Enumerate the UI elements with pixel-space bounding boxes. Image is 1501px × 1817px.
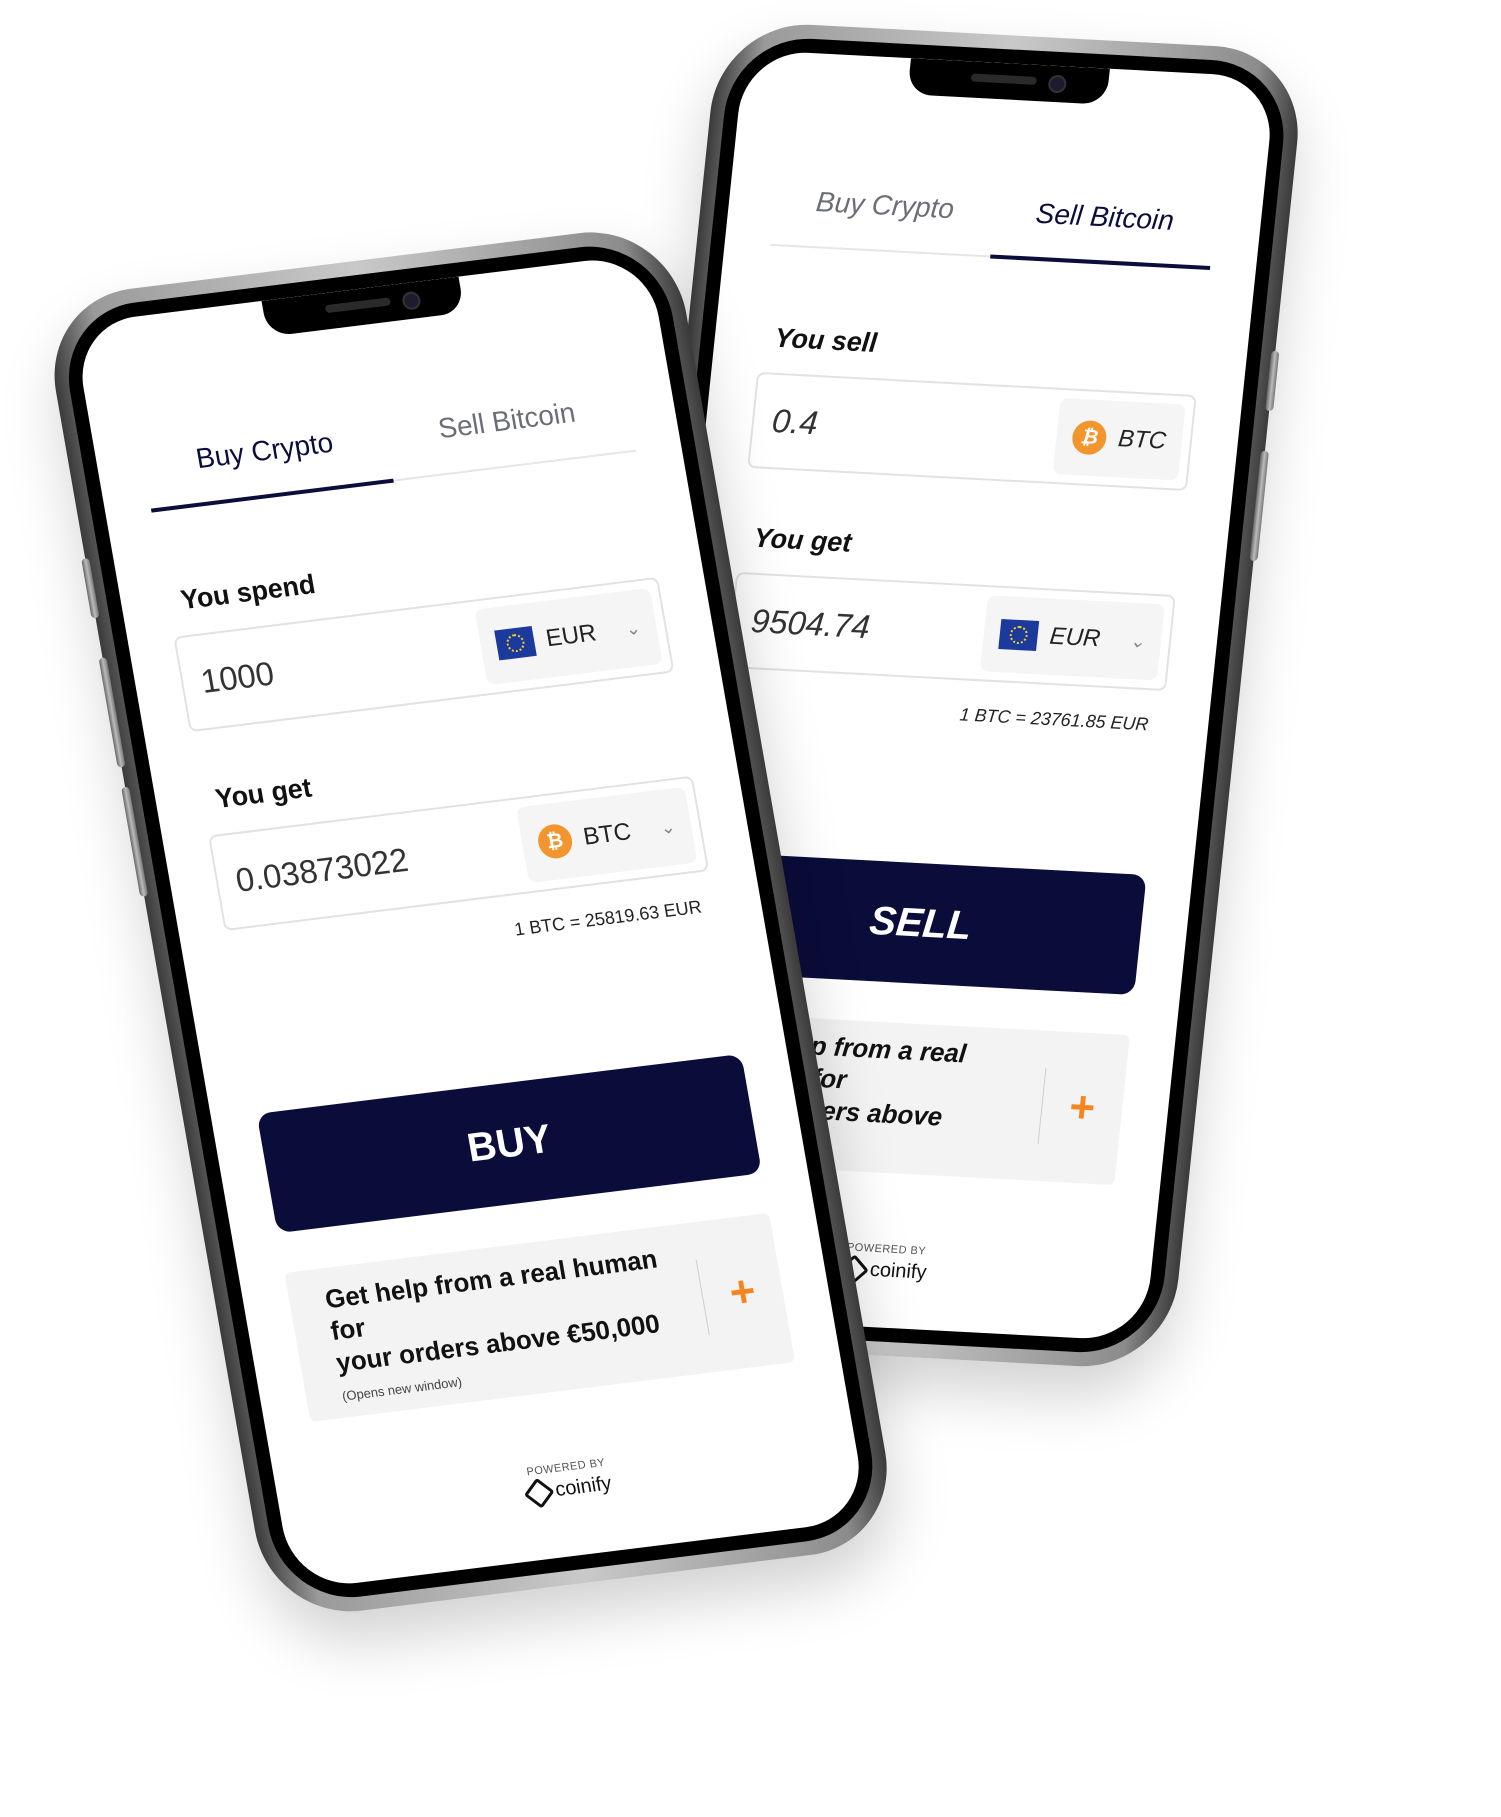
chevron-down-icon: ⌄ — [658, 816, 677, 838]
exchange-rate: 1 BTC = 23761.85 EUR — [958, 704, 1150, 735]
eu-flag-icon — [494, 625, 538, 661]
tab-bar: Buy Crypto Sell Bitcoin — [138, 378, 636, 512]
brand-name: coinify — [868, 1258, 928, 1284]
buy-button[interactable]: BUY — [256, 1053, 763, 1234]
bitcoin-icon: ₿ — [1070, 419, 1109, 456]
plus-icon: + — [1066, 1082, 1098, 1133]
exchange-rate: 1 BTC = 25819.63 EUR — [512, 896, 704, 940]
sell-amount-input[interactable]: 0.4 — [752, 401, 1058, 455]
brand-name: coinify — [553, 1472, 614, 1502]
camera-icon — [400, 290, 422, 311]
tab-buy-crypto[interactable]: Buy Crypto — [139, 408, 394, 510]
you-get-label: You get — [213, 772, 314, 815]
help-banner[interactable]: Get help from a real human for your orde… — [284, 1212, 796, 1423]
get-amount-input[interactable]: 0.03873022 — [215, 827, 526, 902]
get-amount-input[interactable]: 9504.74 — [731, 601, 986, 652]
speaker-icon — [324, 297, 392, 314]
get-currency-select[interactable]: EUR ⌄ — [980, 595, 1165, 681]
tab-sell-bitcoin[interactable]: Sell Bitcoin — [381, 378, 636, 480]
you-spend-label: You spend — [178, 568, 318, 616]
spend-currency-select[interactable]: EUR ⌄ — [474, 587, 663, 686]
speaker-icon — [970, 73, 1038, 85]
currency-code: EUR — [543, 619, 599, 653]
currency-code: EUR — [1048, 622, 1102, 653]
plus-icon: + — [725, 1265, 760, 1318]
chevron-down-icon: ⌄ — [1129, 630, 1147, 652]
spend-amount-input[interactable]: 1000 — [180, 629, 484, 704]
sell-currency-select[interactable]: ₿ BTC — [1052, 397, 1186, 481]
camera-icon — [1047, 74, 1068, 94]
eu-flag-icon — [998, 619, 1040, 652]
you-get-label: You get — [752, 522, 853, 558]
tab-buy-crypto[interactable]: Buy Crypto — [771, 172, 998, 256]
coinify-logo-icon — [523, 1477, 555, 1509]
currency-code: BTC — [581, 818, 634, 851]
chevron-down-icon: ⌄ — [623, 617, 643, 639]
tab-sell-bitcoin[interactable]: Sell Bitcoin — [990, 183, 1217, 267]
tab-bar: Buy Crypto Sell Bitcoin — [770, 171, 1218, 270]
get-amount-field[interactable]: 9504.74 EUR ⌄ — [726, 571, 1176, 692]
sell-amount-field[interactable]: 0.4 ₿ BTC — [747, 371, 1197, 492]
currency-code: BTC — [1116, 425, 1168, 455]
get-currency-select[interactable]: ₿ BTC ⌄ — [515, 786, 698, 884]
you-sell-label: You sell — [773, 322, 879, 358]
powered-by: POWERED BY coinify — [277, 1426, 859, 1536]
bitcoin-icon: ₿ — [535, 822, 575, 861]
